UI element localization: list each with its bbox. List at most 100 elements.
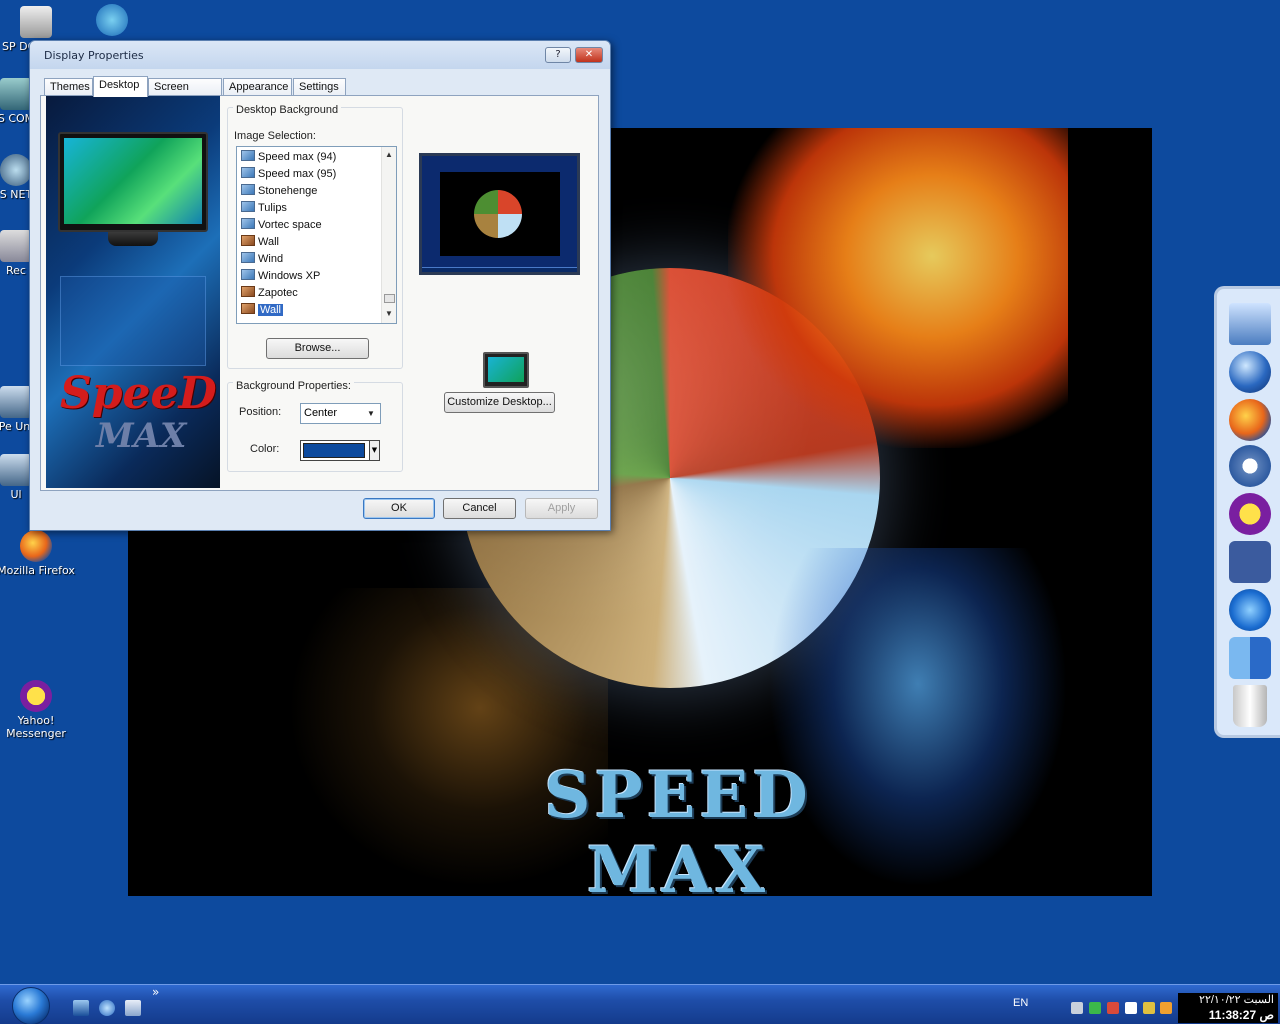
wall-image-icon xyxy=(241,303,255,314)
list-item[interactable]: Zapotec xyxy=(241,285,298,301)
tab-screen-saver[interactable]: Screen Saver xyxy=(148,78,222,109)
wall-image-icon xyxy=(241,286,255,297)
image-icon xyxy=(241,201,255,212)
globe-icon[interactable] xyxy=(1229,351,1271,393)
dialog-title: Display Properties xyxy=(44,49,144,62)
list-item[interactable]: Vortec space xyxy=(241,217,322,233)
chevron-down-icon: ▼ xyxy=(369,441,379,460)
scroll-up-icon[interactable]: ▲ xyxy=(385,150,393,159)
application-dock xyxy=(1214,286,1280,738)
close-button[interactable]: ✕ xyxy=(575,47,603,63)
image-icon xyxy=(241,167,255,178)
display-properties-dialog: Display Properties ? ✕ Themes Desktop Sc… xyxy=(29,40,611,531)
browse-button[interactable]: Browse... xyxy=(266,338,369,359)
image-icon xyxy=(241,269,255,280)
facebook-icon[interactable] xyxy=(1229,541,1271,583)
image-icon xyxy=(241,218,255,229)
position-select[interactable]: Center ▼ xyxy=(300,403,381,424)
desktop-background-title: Desktop Background xyxy=(233,104,342,116)
yahoo-messenger-icon xyxy=(20,680,52,712)
preview-taskbar xyxy=(422,267,577,272)
color-picker[interactable]: ▼ xyxy=(300,440,380,461)
printer-icon xyxy=(20,6,52,38)
shortcut-icon xyxy=(96,4,128,36)
language-indicator[interactable]: EN xyxy=(1013,997,1028,1009)
chevron-down-icon: ▼ xyxy=(367,409,375,418)
cancel-button[interactable]: Cancel xyxy=(443,498,516,519)
network-icon xyxy=(0,154,32,186)
list-item-selected[interactable]: Wall xyxy=(241,302,284,318)
ok-button[interactable]: OK xyxy=(363,498,435,519)
tab-appearance[interactable]: Appearance xyxy=(223,78,292,96)
desktop-preview xyxy=(419,153,580,275)
scroll-thumb[interactable] xyxy=(384,294,395,303)
firefox-icon[interactable] xyxy=(1229,399,1271,441)
desktop-icon-firefox[interactable]: Mozilla Firefox xyxy=(0,530,76,577)
customize-desktop-button[interactable]: Customize Desktop... xyxy=(444,392,555,413)
desktop-icon-yahoo-messenger[interactable]: Yahoo! Messenger xyxy=(0,680,76,740)
list-item[interactable]: Speed max (94) xyxy=(241,149,336,165)
app-icon xyxy=(0,386,32,418)
wall-image-icon xyxy=(241,235,255,246)
help-button[interactable]: ? xyxy=(545,47,571,63)
clock-time: 11:38:27 ص xyxy=(1208,1008,1274,1022)
tab-settings[interactable]: Settings xyxy=(293,78,346,96)
quick-launch-chevron[interactable]: » xyxy=(152,985,159,999)
internet-explorer-icon[interactable] xyxy=(99,1000,115,1016)
taskbar: » EN السبت ٢٢/١٠/٢٢ 11:38:27 ص xyxy=(0,984,1280,1024)
app-icon xyxy=(0,454,32,486)
quick-launch-app-icon[interactable] xyxy=(125,1000,141,1016)
image-icon xyxy=(241,184,255,195)
image-icon xyxy=(241,252,255,263)
preview-monitor-stand xyxy=(108,232,158,246)
speed-max-logo: SpeeD MAX xyxy=(60,368,217,456)
tray-misc-icon[interactable] xyxy=(1160,1002,1172,1014)
system-clock[interactable]: السبت ٢٢/١٠/٢٢ 11:38:27 ص xyxy=(1178,993,1278,1023)
tray-app-icon[interactable] xyxy=(1071,1002,1083,1014)
tab-desktop[interactable]: Desktop xyxy=(93,76,148,97)
preview-wallpaper xyxy=(440,172,560,256)
color-swatch xyxy=(303,443,365,458)
preview-monitor-reflection xyxy=(60,276,206,366)
position-label: Position: xyxy=(239,406,282,418)
apply-button[interactable]: Apply xyxy=(525,498,598,519)
background-properties-title: Background Properties: xyxy=(233,380,354,392)
image-selection-list[interactable]: Speed max (94) Speed max (95) Stonehenge… xyxy=(236,146,397,324)
image-selection-label: Image Selection: xyxy=(234,130,316,142)
tray-network-icon[interactable] xyxy=(1089,1002,1101,1014)
show-desktop-icon[interactable] xyxy=(73,1000,89,1016)
clock-date: السبت ٢٢/١٠/٢٢ xyxy=(1199,994,1274,1006)
settings-gear-icon[interactable] xyxy=(1229,445,1271,487)
desktop-icon-shortcut[interactable] xyxy=(72,4,152,38)
recycle-icon xyxy=(0,230,32,262)
tray-tools-icon[interactable] xyxy=(1143,1002,1155,1014)
tab-themes[interactable]: Themes xyxy=(44,78,93,96)
list-item[interactable]: Windows XP xyxy=(241,268,320,284)
start-button[interactable] xyxy=(12,987,50,1024)
dialog-titlebar[interactable]: Display Properties ? ✕ xyxy=(30,41,610,69)
scroll-down-icon[interactable]: ▼ xyxy=(385,309,393,318)
computer-icon xyxy=(0,78,32,110)
list-item[interactable]: Wall xyxy=(241,234,279,250)
finder-icon[interactable] xyxy=(1229,637,1271,679)
list-item[interactable]: Wind xyxy=(241,251,283,267)
firefox-icon xyxy=(20,530,52,562)
color-label: Color: xyxy=(250,443,280,455)
yahoo-messenger-icon[interactable] xyxy=(1229,493,1271,535)
computer-icon[interactable] xyxy=(1229,303,1271,345)
image-icon xyxy=(241,150,255,161)
list-item[interactable]: Speed max (95) xyxy=(241,166,336,182)
monitor-icon xyxy=(483,352,529,388)
preview-monitor xyxy=(58,132,208,232)
list-item[interactable]: Stonehenge xyxy=(241,183,317,199)
trash-icon[interactable] xyxy=(1233,685,1267,727)
wallpaper-fire xyxy=(728,128,1068,448)
desktop-tab-panel: SpeeD MAX Desktop Background Image Selec… xyxy=(40,95,599,491)
wallpaper-logo-text: SPEED MAX xyxy=(544,758,812,896)
internet-explorer-icon[interactable] xyxy=(1229,589,1271,631)
list-item[interactable]: Tulips xyxy=(241,200,287,216)
list-scrollbar[interactable]: ▲ ▼ xyxy=(381,147,396,323)
tray-security-icon[interactable] xyxy=(1107,1002,1119,1014)
theme-preview-art: SpeeD MAX xyxy=(46,96,220,488)
tray-speaker-icon[interactable] xyxy=(1125,1002,1137,1014)
